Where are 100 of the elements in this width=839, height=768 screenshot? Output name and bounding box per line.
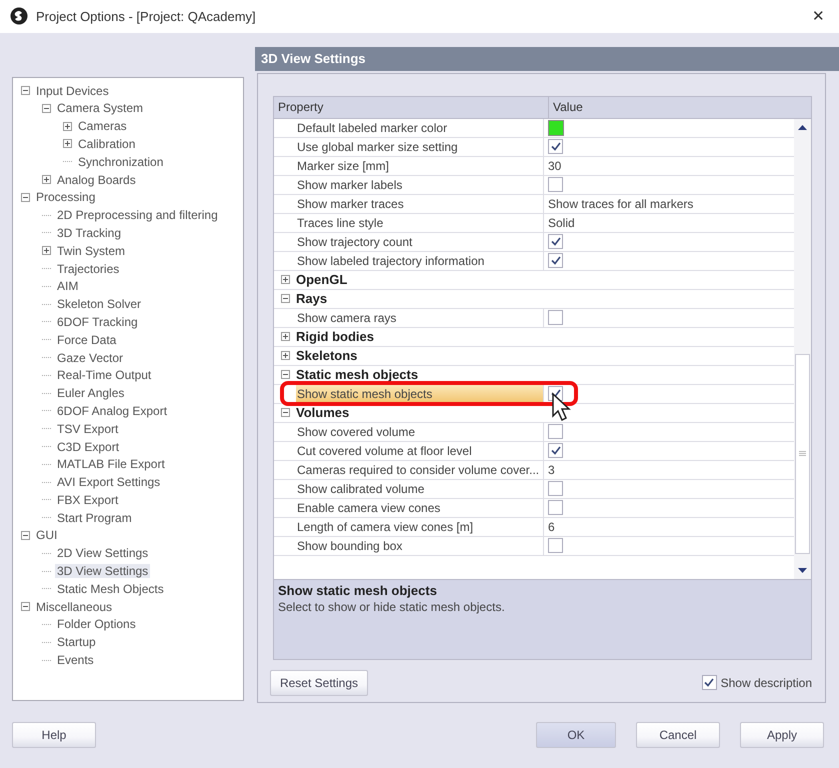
tree-item[interactable]: Events: [55, 653, 96, 668]
expand-icon[interactable]: [42, 175, 51, 184]
tree-item[interactable]: Camera System: [55, 101, 146, 116]
property-name[interactable]: Show labeled trajectory information: [296, 252, 544, 270]
checkbox-label[interactable]: Show description: [720, 676, 812, 690]
property-name[interactable]: Length of camera view cones [m]: [296, 518, 544, 536]
checkbox[interactable]: [548, 481, 563, 496]
property-value[interactable]: 6: [548, 520, 555, 534]
tree-item[interactable]: 2D Preprocessing and filtering: [55, 208, 220, 222]
tree-line: [42, 588, 51, 590]
column-header[interactable]: Property: [274, 96, 549, 118]
scroll-up-icon[interactable]: [798, 124, 807, 130]
collapse-icon[interactable]: [42, 104, 51, 113]
color-swatch[interactable]: [548, 120, 564, 136]
property-name[interactable]: Show covered volume: [296, 422, 544, 441]
description-text: Select to show or hide static mesh objects.: [278, 600, 506, 614]
property-name[interactable]: Default labeled marker color: [296, 118, 544, 137]
tree-item[interactable]: Cameras: [76, 119, 129, 134]
expand-icon[interactable]: [42, 246, 51, 256]
tree-item[interactable]: MATLAB File Export: [55, 457, 167, 472]
cancel-button[interactable]: Cancel: [636, 722, 720, 748]
tree-item[interactable]: Euler Angles: [55, 386, 126, 400]
tree-item[interactable]: Force Data: [55, 332, 118, 347]
tree-item[interactable]: 6DOF Analog Export: [55, 404, 170, 418]
checkbox[interactable]: [548, 234, 563, 250]
property-name[interactable]: Use global marker size setting: [296, 138, 544, 156]
tree-item[interactable]: Folder Options: [55, 617, 138, 632]
tree-item[interactable]: 6DOF Tracking: [55, 314, 140, 329]
property-name[interactable]: Traces line style: [296, 214, 544, 232]
expand-icon[interactable]: [280, 275, 290, 284]
property-value[interactable]: 3: [548, 462, 555, 477]
checkbox[interactable]: [702, 675, 717, 690]
tree-item[interactable]: GUI: [34, 528, 60, 542]
tree-item[interactable]: 2D View Settings: [55, 546, 150, 560]
collapse-icon[interactable]: [280, 370, 290, 380]
tree-item[interactable]: Twin System: [55, 244, 128, 258]
property-name[interactable]: Cameras required to consider volume cover...: [296, 460, 544, 479]
collapse-icon[interactable]: [21, 602, 30, 612]
tree-item[interactable]: Input Devices: [34, 84, 111, 98]
property-value[interactable]: Show traces for all markers: [548, 196, 694, 211]
column-header[interactable]: Value: [549, 96, 811, 118]
collapse-icon[interactable]: [280, 408, 290, 418]
tree-item[interactable]: Calibration: [76, 136, 138, 151]
tree-item[interactable]: Start Program: [55, 510, 134, 525]
checkbox[interactable]: [548, 310, 563, 326]
tree-item[interactable]: Static Mesh Objects: [55, 582, 166, 596]
expand-icon[interactable]: [63, 139, 72, 148]
property-name[interactable]: Cut covered volume at floor level: [296, 442, 544, 460]
scrollbar[interactable]: [794, 118, 811, 579]
property-name[interactable]: Show trajectory count: [296, 232, 544, 251]
checkbox[interactable]: [548, 177, 563, 192]
checkbox[interactable]: [548, 443, 563, 458]
checkbox[interactable]: [548, 538, 563, 554]
ok-button[interactable]: OK: [536, 722, 616, 748]
help-button[interactable]: Help: [12, 722, 96, 748]
tree-line: [42, 624, 51, 625]
checkbox[interactable]: [548, 500, 563, 516]
checkbox[interactable]: [548, 253, 563, 268]
tree-item[interactable]: AIM: [55, 279, 80, 294]
tree-item[interactable]: 3D View Settings: [55, 564, 150, 578]
scroll-down-icon[interactable]: [798, 568, 807, 573]
tree-item[interactable]: Processing: [34, 190, 98, 204]
tree-item[interactable]: Skeleton Solver: [55, 297, 144, 312]
tree-line: [42, 428, 51, 430]
checkbox[interactable]: [548, 424, 563, 440]
tree-item[interactable]: Real-Time Output: [55, 368, 154, 382]
collapse-icon[interactable]: [280, 294, 290, 304]
collapse-icon[interactable]: [21, 530, 30, 540]
tree-item[interactable]: TSV Export: [55, 422, 120, 436]
property-name[interactable]: Show static mesh objects: [296, 384, 544, 403]
close-button[interactable]: ✕: [808, 7, 829, 26]
tree-item[interactable]: C3D Export: [55, 440, 122, 454]
scroll-thumb[interactable]: [795, 354, 810, 554]
property-name[interactable]: Show camera rays: [296, 308, 544, 327]
apply-button[interactable]: Apply: [740, 722, 824, 748]
property-name[interactable]: Enable camera view cones: [296, 498, 544, 517]
property-name[interactable]: Show calibrated volume: [296, 480, 544, 498]
property-name[interactable]: Marker size [mm]: [296, 156, 544, 175]
property-name[interactable]: Show marker labels: [296, 176, 544, 194]
expand-icon[interactable]: [280, 332, 290, 342]
tree-item[interactable]: Gaze Vector: [55, 350, 126, 365]
tree-item[interactable]: Startup: [55, 635, 98, 650]
checkmark-icon: [704, 678, 714, 688]
expand-icon[interactable]: [280, 351, 290, 360]
tree-item[interactable]: 3D Tracking: [55, 226, 124, 240]
checkbox[interactable]: [548, 139, 563, 154]
tree-item[interactable]: Analog Boards: [55, 172, 138, 187]
collapse-icon[interactable]: [21, 192, 30, 202]
tree-item[interactable]: Miscellaneous: [34, 600, 114, 614]
property-value[interactable]: 30: [548, 158, 562, 173]
reset-settings-button[interactable]: Reset Settings: [270, 670, 368, 696]
property-name[interactable]: Show marker traces: [296, 194, 544, 213]
tree-item[interactable]: AVI Export Settings: [55, 475, 162, 490]
collapse-icon[interactable]: [21, 86, 30, 96]
tree-item[interactable]: FBX Export: [55, 492, 120, 507]
tree-item[interactable]: Synchronization: [76, 154, 166, 169]
expand-icon[interactable]: [63, 122, 72, 131]
property-value[interactable]: Solid: [548, 216, 575, 230]
property-name[interactable]: Show bounding box: [296, 536, 544, 555]
tree-item[interactable]: Trajectories: [55, 262, 122, 276]
